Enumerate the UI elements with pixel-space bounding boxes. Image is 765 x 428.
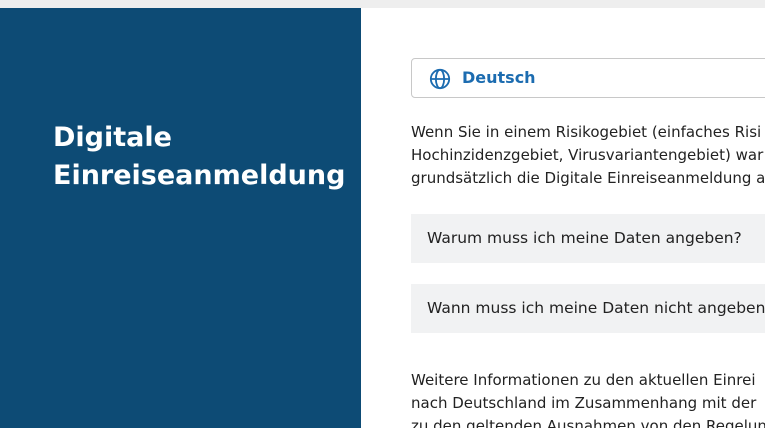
page-title-line-2: Einreiseanmeldung (53, 160, 346, 191)
intro-line-3: grundsätzlich die Digitale Einreiseanmel… (411, 169, 765, 187)
faq-item-when-not-data[interactable]: Wann muss ich meine Daten nicht angeben? (411, 284, 765, 333)
language-selector[interactable]: Deutsch (411, 58, 765, 98)
page-title-line-1: Digitale (53, 122, 172, 153)
intro-line-1: Wenn Sie in einem Risikogebiet (einfache… (411, 123, 762, 141)
faq-item-why-data[interactable]: Warum muss ich meine Daten angeben? (411, 214, 765, 263)
language-label: Deutsch (462, 68, 536, 87)
more-info-text: Weitere Informationen zu den aktuellen E… (411, 369, 765, 428)
intro-line-2: Hochinzidenzgebiet, Virusvariantengebiet… (411, 146, 764, 164)
intro-text: Wenn Sie in einem Risikogebiet (einfache… (411, 121, 765, 190)
top-bar (0, 0, 765, 8)
more-info-line-3: zu den geltenden Ausnahmen von den Regel… (411, 417, 765, 428)
more-info-line-1: Weitere Informationen zu den aktuellen E… (411, 371, 756, 389)
main-content: Deutsch Wenn Sie in einem Risikogebiet (… (361, 8, 765, 428)
globe-icon (429, 68, 451, 90)
more-info-line-2: nach Deutschland im Zusammenhang mit der (411, 394, 757, 412)
hero-panel: Digitale Einreiseanmeldung (0, 8, 361, 428)
page-title: Digitale Einreiseanmeldung (53, 119, 345, 195)
